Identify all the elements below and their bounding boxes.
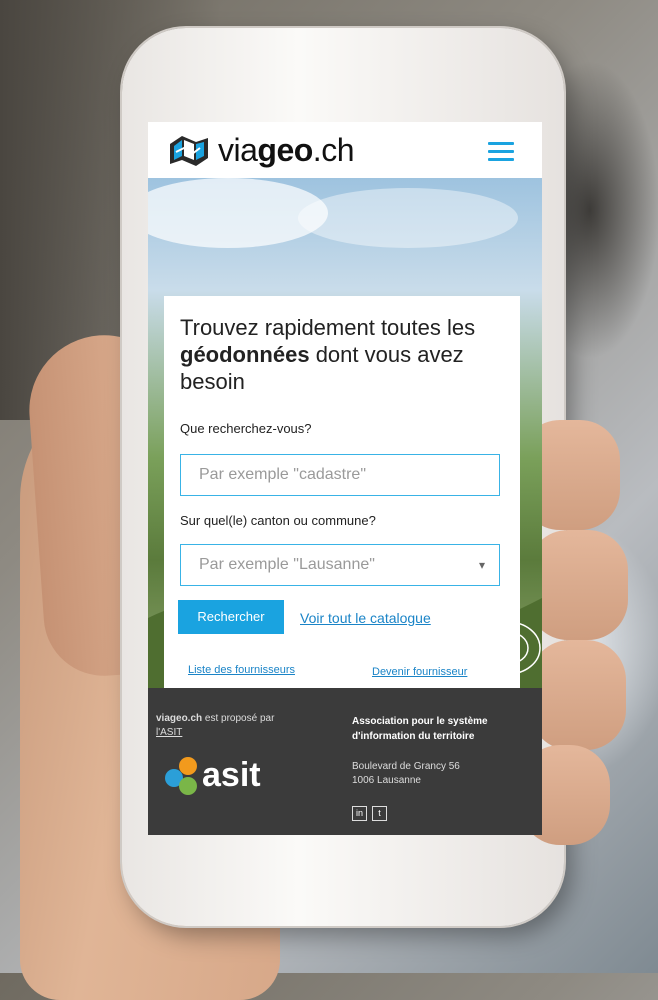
search-button[interactable]: Rechercher <box>178 600 284 634</box>
search-headline: Trouvez rapidement toutes les géodonnées… <box>180 315 476 394</box>
cloud-shape <box>298 188 518 248</box>
hero-landscape: Trouvez rapidement toutes les géodonnées… <box>148 178 542 692</box>
viageo-logo-icon[interactable] <box>166 134 212 168</box>
association-name: Association pour le système d'informatio… <box>352 716 488 742</box>
linkedin-icon[interactable]: in <box>352 806 367 821</box>
twitter-icon[interactable]: t <box>372 806 387 821</box>
search-card: Trouvez rapidement toutes les géodonnées… <box>164 296 520 692</box>
phone-screen: viageo.ch Trouvez rapidement toutes les … <box>148 122 542 835</box>
asit-logo-icon <box>165 757 197 795</box>
where-select[interactable]: Par exemple "Lausanne" ▾ <box>180 544 500 586</box>
brand-bold: geo <box>257 132 313 168</box>
where-placeholder: Par exemple "Lausanne" <box>199 556 375 573</box>
catalogue-link[interactable]: Voir tout le catalogue <box>300 610 431 626</box>
footer-proposed-by: viageo.ch est proposé par l'ASIT <box>156 713 275 738</box>
asit-link[interactable]: l'ASIT <box>156 727 182 738</box>
what-label: Que recherchez-vous? <box>180 421 312 436</box>
address-line2: 1006 Lausanne <box>352 775 421 786</box>
become-provider-link[interactable]: Devenir fournisseur <box>372 666 467 678</box>
what-search-input[interactable]: Par exemple "cadastre" <box>180 454 500 496</box>
address: Boulevard de Grancy 56 1006 Lausanne <box>352 760 532 788</box>
site-header: viageo.ch <box>148 122 542 178</box>
address-line1: Boulevard de Grancy 56 <box>352 761 460 772</box>
brand-name[interactable]: viageo.ch <box>218 132 354 169</box>
site-footer: viageo.ch est proposé par l'ASIT asit As… <box>148 688 542 835</box>
headline-bold: géodonnées <box>180 342 310 367</box>
providers-list-link[interactable]: Liste des fournisseurs <box>188 664 295 676</box>
hamburger-menu-icon[interactable] <box>488 142 514 162</box>
brand-prefix: via <box>218 132 258 168</box>
brand-suffix: .ch <box>312 132 355 168</box>
asit-logo-text: asit <box>202 756 261 794</box>
chevron-down-icon[interactable]: ▾ <box>479 545 485 585</box>
where-label: Sur quel(le) canton ou commune? <box>180 513 376 528</box>
asit-logo[interactable]: asit <box>162 754 292 798</box>
finger-3 <box>530 640 626 750</box>
footer-site-name: viageo.ch <box>156 713 203 724</box>
finger-2 <box>528 530 628 640</box>
